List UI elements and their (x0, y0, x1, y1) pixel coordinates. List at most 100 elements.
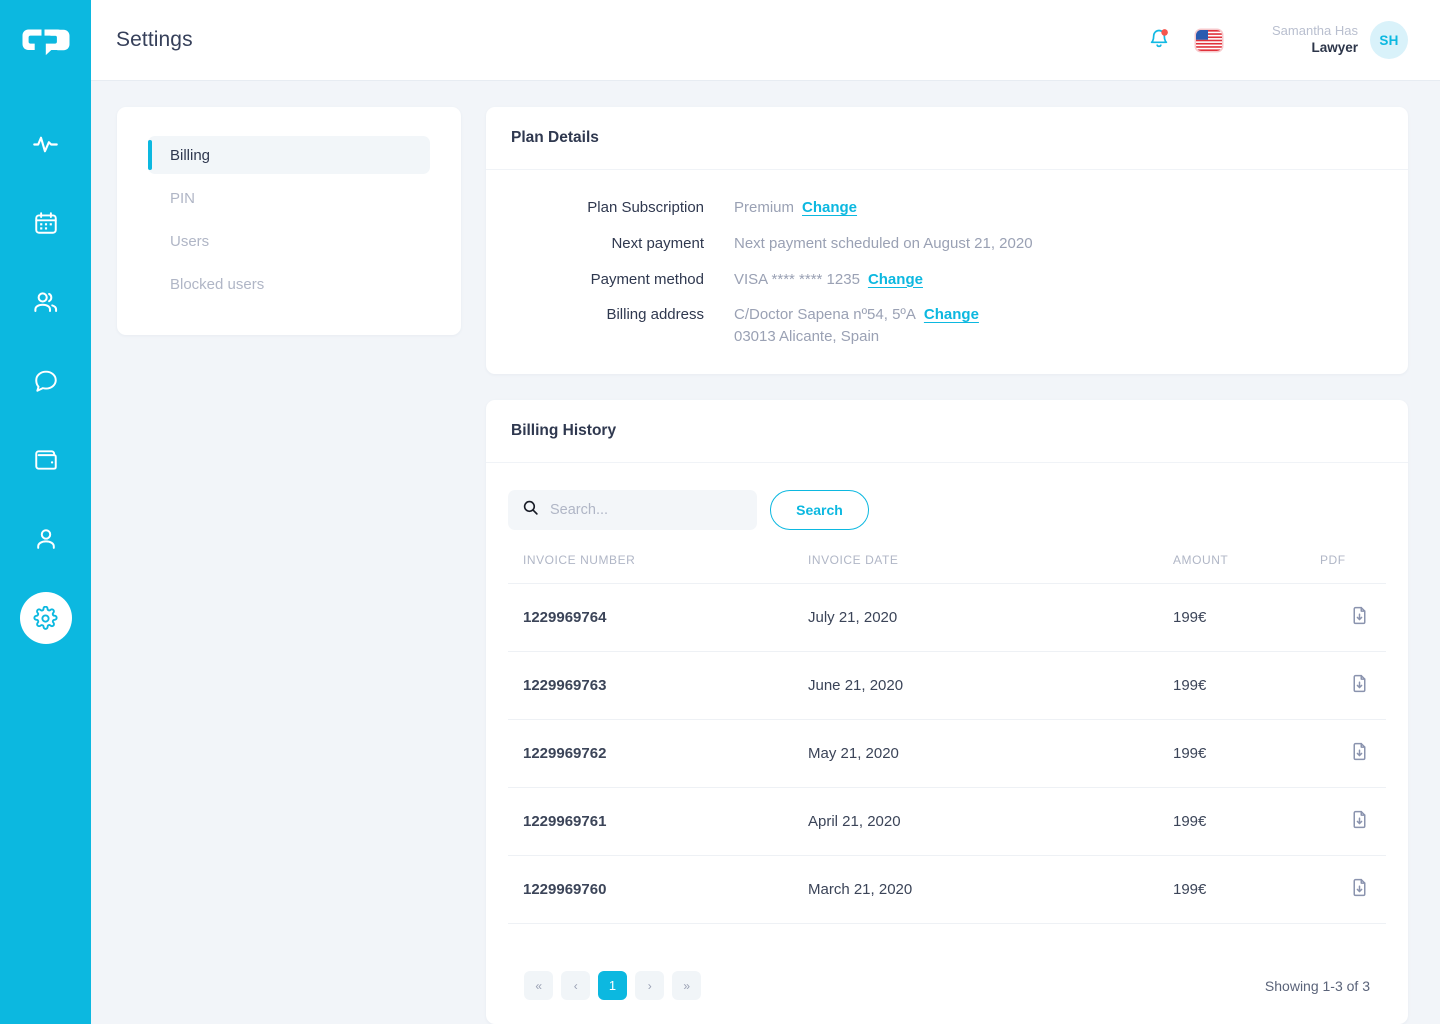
calendar-icon (33, 210, 59, 236)
sidebar-item-label: Blocked users (170, 275, 265, 293)
billing-history-body: Search INVOICE NUMBER INVOICE DATE AMOUN… (486, 463, 1408, 1024)
activity-icon (32, 131, 59, 158)
table-row[interactable]: 1229969763 June 21, 2020 199€ (508, 651, 1386, 720)
sidebar-item-pin[interactable]: PIN (148, 179, 430, 217)
profile-icon (33, 526, 59, 552)
user-info: Samantha Has Lawyer (1272, 23, 1358, 56)
bell-icon (1147, 26, 1171, 55)
cell-invoice-date: July 21, 2020 (808, 583, 1173, 652)
plan-value: VISA **** **** 1235 Change (734, 269, 923, 291)
change-billing-address-link[interactable]: Change (924, 306, 979, 323)
primary-sidebar (0, 0, 91, 1024)
sidebar-nav-list (19, 118, 72, 644)
users-icon (32, 289, 59, 316)
sidebar-item-chat[interactable] (20, 355, 72, 407)
pagination-last[interactable]: » (672, 971, 701, 1000)
pagination-summary: Showing 1-3 of 3 (1264, 977, 1370, 994)
cell-invoice-number: 1229969762 (508, 719, 808, 788)
cell-pdf (1320, 651, 1386, 720)
plan-row-payment-method: Payment method VISA **** **** 1235 Change (486, 269, 1408, 291)
notifications-button[interactable] (1144, 25, 1174, 55)
plan-details-header: Plan Details (486, 107, 1408, 170)
cell-invoice-number: 1229969760 (508, 855, 808, 924)
search-row: Search (508, 489, 1386, 530)
topbar: Settings Samantha Has Lawyer SH (91, 0, 1440, 81)
file-download-icon[interactable] (1349, 605, 1370, 626)
cell-pdf (1320, 583, 1386, 652)
cell-pdf (1320, 719, 1386, 788)
chat-icon (33, 368, 59, 394)
sidebar-item-wallet[interactable] (20, 434, 72, 486)
invoices-table-head: INVOICE NUMBER INVOICE DATE AMOUNT PDF (508, 552, 1386, 584)
file-download-icon[interactable] (1349, 673, 1370, 694)
plan-label: Billing address (606, 306, 704, 324)
sidebar-item-billing[interactable]: Billing (148, 136, 430, 174)
plan-value-text: VISA **** **** 1235 (734, 270, 860, 288)
plan-value-text-line2: 03013 Alicante, Spain (734, 328, 880, 345)
cell-amount: 199€ (1173, 719, 1320, 788)
file-download-icon[interactable] (1349, 741, 1370, 762)
avatar[interactable]: SH (1370, 21, 1408, 59)
file-download-icon[interactable] (1349, 877, 1370, 898)
wallet-icon (33, 447, 59, 473)
billing-history-header: Billing History (486, 400, 1408, 463)
user-menu[interactable]: Samantha Has Lawyer SH (1272, 21, 1408, 59)
plan-label: Plan Subscription (587, 199, 704, 216)
plan-value: C/Doctor Sapena nº54, 5ºA Change 03013 Al… (734, 304, 979, 348)
sidebar-item-settings[interactable] (19, 592, 72, 644)
cell-invoice-date: June 21, 2020 (808, 651, 1173, 720)
search-button[interactable]: Search (770, 489, 869, 530)
cell-amount: 199€ (1173, 651, 1320, 720)
file-download-icon[interactable] (1349, 809, 1370, 830)
sidebar-item-label: Users (170, 232, 210, 250)
change-subscription-link[interactable]: Change (802, 199, 857, 216)
cell-invoice-date: March 21, 2020 (808, 855, 1173, 924)
pagination-row: « ‹ 1 › » Showing 1-3 of 3 (508, 949, 1386, 1024)
plan-details-body: Plan Subscription Premium Change Next pay… (486, 170, 1408, 374)
table-row[interactable]: 1229969760 March 21, 2020 199€ (508, 855, 1386, 924)
settings-gear-icon (33, 605, 58, 631)
pagination-prev[interactable]: ‹ (561, 971, 590, 1000)
app-root: Settings Samantha Has Lawyer SH Billing … (0, 0, 1440, 1024)
search-input[interactable] (550, 501, 743, 518)
sidebar-item-blocked-users[interactable]: Blocked users (148, 265, 430, 303)
table-row[interactable]: 1229969761 April 21, 2020 199€ (508, 787, 1386, 856)
table-row[interactable]: 1229969764 July 21, 2020 199€ (508, 583, 1386, 652)
column-header-invoice-date: INVOICE DATE (808, 552, 1173, 584)
pagination-first[interactable]: « (524, 971, 553, 1000)
user-name: Samantha Has (1272, 23, 1358, 39)
cell-invoice-number: 1229969761 (508, 787, 808, 856)
change-payment-method-link[interactable]: Change (868, 271, 923, 288)
sidebar-item-users[interactable] (20, 276, 72, 328)
cp-logo[interactable] (18, 24, 74, 68)
main-column: Settings Samantha Has Lawyer SH Billing … (91, 0, 1440, 1024)
plan-label: Payment method (590, 270, 704, 288)
us-flag-icon[interactable] (1196, 29, 1222, 51)
billing-history-card: Billing History Search... Search INVOICE… (486, 399, 1408, 1024)
sidebar-item-calendar[interactable] (20, 197, 72, 249)
column-header-pdf: PDF (1320, 552, 1386, 584)
sidebar-item-users[interactable]: Users (148, 222, 430, 260)
column-header-invoice-number: INVOICE NUMBER (508, 552, 808, 584)
cell-amount: 199€ (1173, 583, 1320, 652)
cell-amount: 199€ (1173, 855, 1320, 924)
invoices-table-body: 1229969764 July 21, 2020 199€ 1229969763… (508, 583, 1386, 924)
user-role: Lawyer (1311, 39, 1358, 55)
search-box[interactable] (508, 489, 757, 530)
plan-value-text: C/Doctor Sapena nº54, 5ºA (734, 306, 916, 324)
content-area: Billing PIN Users Blocked users Plan Det… (91, 81, 1440, 1024)
sidebar-item-activity[interactable] (20, 118, 72, 170)
table-row[interactable]: 1229969762 May 21, 2020 199€ (508, 719, 1386, 788)
sidebar-item-profile[interactable] (20, 513, 72, 565)
plan-value: Premium Change (734, 197, 857, 219)
billing-history-title: Billing History (511, 421, 617, 439)
pagination-page-1[interactable]: 1 (598, 971, 627, 1000)
pagination-next[interactable]: › (635, 971, 664, 1000)
plan-value-text: Next payment scheduled on August 21, 202… (734, 234, 1033, 252)
search-icon (522, 499, 539, 521)
pagination: « ‹ 1 › » (524, 971, 701, 1000)
plan-value-text: Premium (734, 199, 795, 216)
cell-invoice-date: May 21, 2020 (808, 719, 1173, 788)
column-header-amount: AMOUNT (1173, 552, 1320, 584)
cell-pdf (1320, 855, 1386, 924)
